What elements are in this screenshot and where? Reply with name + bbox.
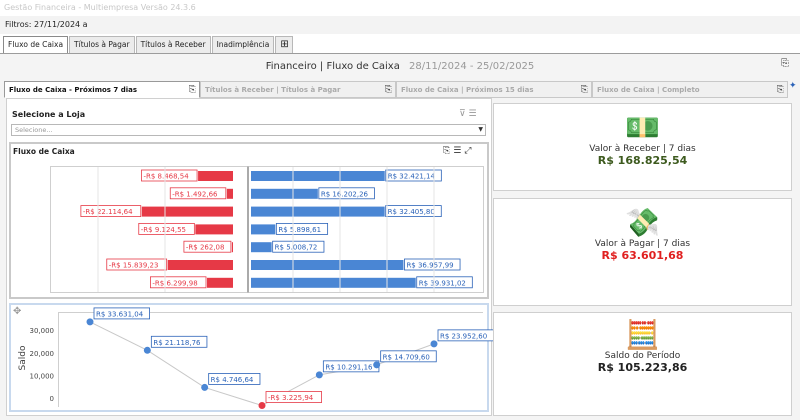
card-receivable: 💵 Valor à Receber | 7 dias R$ 168.825,54 <box>493 103 792 191</box>
card-label: Valor à Pagar | 7 dias <box>594 239 691 249</box>
balance-point-label: R$ 33.631,04 <box>96 310 144 318</box>
card-value: R$ 63.601,68 <box>601 249 684 262</box>
card-balance: 🧮 Saldo do Período R$ 105.223,86 <box>493 312 792 416</box>
balance-point <box>258 402 266 410</box>
bar-positive-label: R$ 36.957,99 <box>406 262 453 270</box>
card-value: R$ 105.223,86 <box>597 361 688 374</box>
bar-positive-label: R$ 32.421,14 <box>388 173 436 181</box>
bar-positive <box>251 260 404 270</box>
balance-point-label: R$ 21.118,76 <box>153 339 201 347</box>
bar-positive <box>251 224 276 235</box>
bar-negative-label: -R$ 1.492,66 <box>172 190 218 198</box>
bar-negative-label: -R$ 6.299,98 <box>152 279 197 287</box>
balance-point-label: R$ 10.291,16 <box>325 363 373 371</box>
bar-positive <box>251 171 385 181</box>
balance-line <box>89 321 435 407</box>
bar-positive-label: R$ 5.898,61 <box>278 226 321 234</box>
bar-negative <box>226 188 233 199</box>
balance-point <box>430 340 438 348</box>
bar-negative-label: -R$ 15.839,23 <box>109 262 159 270</box>
balance-point-label: R$ 4.746,64 <box>211 376 254 384</box>
bar-positive-label: R$ 16.202,26 <box>321 190 369 198</box>
bar-positive-label: R$ 32.405,80 <box>388 208 435 216</box>
card-label: Saldo do Período <box>604 351 681 361</box>
bar-positive <box>251 242 272 253</box>
y-tick-label: 0 <box>50 395 54 403</box>
balance-point-label: R$ 23.952,60 <box>440 332 487 340</box>
balance-point <box>143 346 151 354</box>
money-icon: 💵 <box>625 111 660 144</box>
bar-negative <box>167 260 233 270</box>
bar-negative-label: -R$ 8.468,54 <box>143 173 189 181</box>
balance-point <box>201 383 209 391</box>
bar-positive <box>251 277 416 288</box>
calculator-icon: 🧮 <box>625 318 660 351</box>
balance-point <box>86 318 94 326</box>
bar-positive <box>251 188 318 199</box>
bar-negative <box>207 277 233 288</box>
bar-negative <box>141 206 233 217</box>
y-tick-label: 30,000 <box>30 327 55 335</box>
y-tick-label: 20,000 <box>30 350 55 358</box>
balance-point-label: -R$ 3.225,94 <box>268 394 314 402</box>
balance-point <box>315 371 323 379</box>
bar-positive-label: R$ 39.931,02 <box>419 279 466 287</box>
card-label: Valor à Receber | 7 dias <box>589 144 696 154</box>
balance-point-label: R$ 14.709,60 <box>383 353 430 361</box>
bar-negative-label: -R$ 262,08 <box>186 244 225 252</box>
bar-positive-label: R$ 5.008,72 <box>275 244 318 252</box>
bar-negative-label: -R$ 22.114,64 <box>83 208 133 216</box>
bar-positive <box>251 206 385 217</box>
bar-negative <box>195 224 233 235</box>
bar-negative <box>198 171 233 181</box>
money-icon: 💸 <box>625 206 660 239</box>
y-axis-label: Saldo <box>18 345 28 370</box>
balance-point <box>373 361 381 369</box>
y-tick-label: 10,000 <box>30 373 55 381</box>
bar-negative-label: -R$ 9.124,55 <box>141 226 186 234</box>
bar-negative <box>231 242 233 253</box>
card-payable: 💸 Valor à Pagar | 7 dias R$ 63.601,68 <box>493 198 792 306</box>
card-value: R$ 168.825,54 <box>597 154 688 167</box>
